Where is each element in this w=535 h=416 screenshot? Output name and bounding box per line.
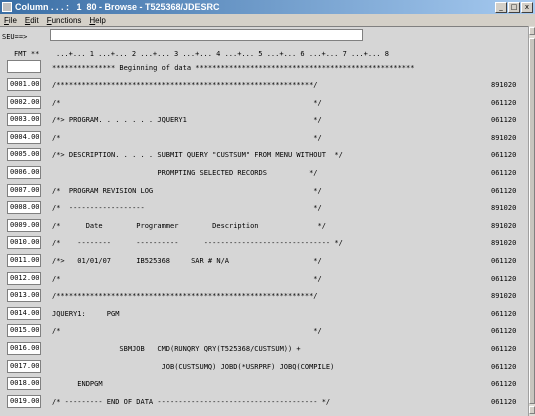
sequence-number-field[interactable]: 0012.00 xyxy=(7,271,41,285)
change-date: 061120 xyxy=(491,98,517,107)
scroll-up-button[interactable] xyxy=(529,27,535,35)
sequence-number-field[interactable]: 0010.00 xyxy=(7,236,41,250)
source-line: 0017.00 JOB(CUSTSUMQ) JOBD(*USRPRF) JOBQ… xyxy=(0,359,528,377)
source-text[interactable]: /* Date Programmer Description */ xyxy=(52,222,326,230)
source-line: 0012.00 /* */ 061120 xyxy=(0,271,528,289)
beginning-of-data: *************** Beginning of data ******… xyxy=(52,64,415,72)
source-text[interactable]: /***************************************… xyxy=(52,292,318,300)
seu-label: SEU==> xyxy=(2,33,28,41)
source-line: 0002.00 /* */ 061120 xyxy=(0,95,528,113)
change-date: 061120 xyxy=(491,397,517,406)
change-date: 891020 xyxy=(491,292,517,301)
source-line: 0015.00 /* */ 061120 xyxy=(0,324,528,341)
change-date: 891020 xyxy=(491,239,517,248)
source-line: 0006.00 PROMPTING SELECTED RECORDS */ 061… xyxy=(0,166,528,183)
source-text[interactable]: /* */ xyxy=(52,327,322,335)
change-date: 061120 xyxy=(491,274,517,283)
sequence-number-field[interactable]: 0007.00 xyxy=(7,183,41,197)
source-line: 0005.00 /*> DESCRIPTION. . . . . SUBMIT Q… xyxy=(0,148,528,165)
window-title: Column . . . : 1 80 - Browse - T525368/J… xyxy=(15,2,220,12)
source-text[interactable]: /*> 01/01/07 IB525368 SAR # N/A */ xyxy=(52,257,322,265)
change-date: 891020 xyxy=(491,81,517,89)
terminal-screen: SEU==> FMT ** ...+... 1 ...+... 2 ...+..… xyxy=(0,26,528,416)
change-date: 061120 xyxy=(491,362,517,371)
change-date: 061120 xyxy=(491,169,517,177)
menu-file[interactable]: File xyxy=(4,16,17,25)
source-line: 0018.00 ENDPGM 061120 xyxy=(0,377,528,394)
source-text[interactable]: /* */ xyxy=(52,275,322,283)
source-line: 0014.00 JQUERY1: PGM 061120 xyxy=(0,306,528,324)
source-line: 0013.00 /********************************… xyxy=(0,289,528,306)
sequence-number-field[interactable]: 0009.00 xyxy=(7,218,41,232)
source-line: 0016.00 SBMJOB CMD(RUNQRY QRY(T525368/CU… xyxy=(0,342,528,359)
change-date: 061120 xyxy=(491,345,517,353)
sequence-number-field[interactable]: 0006.00 xyxy=(7,166,41,179)
source-text[interactable]: /***************************************… xyxy=(52,81,318,89)
source-text[interactable]: /*> DESCRIPTION. . . . . SUBMIT QUERY "C… xyxy=(52,151,343,159)
source-line: 0004.00 /* */ 891020 xyxy=(0,130,528,148)
sequence-number-field[interactable]: 0013.00 xyxy=(7,289,41,303)
sequence-number-field[interactable]: 0014.00 xyxy=(7,306,41,320)
change-date: 891020 xyxy=(491,221,517,230)
source-text[interactable]: /* */ xyxy=(52,99,322,107)
scroll-thumb[interactable] xyxy=(529,38,535,404)
source-line: 0010.00 /* -------- ---------- ----------… xyxy=(0,236,528,253)
sequence-number-field[interactable]: 0001.00 xyxy=(7,78,41,91)
source-text[interactable]: /* -------- ---------- -----------------… xyxy=(52,239,343,247)
source-line: 0001.00 /********************************… xyxy=(0,78,528,95)
source-line: 0003.00 /*> PROGRAM. . . . . . . JQUERY1 … xyxy=(0,113,528,130)
source-text[interactable]: PROMPTING SELECTED RECORDS */ xyxy=(52,169,317,177)
sequence-number-field[interactable]: 0003.00 xyxy=(7,113,41,127)
source-text[interactable]: JOB(CUSTSUMQ) JOBD(*USRPRF) JOBQ(COMPILE… xyxy=(52,363,335,371)
source-line: 0011.00 /*> 01/01/07 IB525368 SAR # N/A *… xyxy=(0,254,528,271)
change-date: 891020 xyxy=(491,133,517,142)
source-text[interactable]: /* PROGRAM REVISION LOG */ xyxy=(52,187,322,195)
window-title-bar[interactable]: Column . . . : 1 80 - Browse - T525368/J… xyxy=(0,0,535,14)
source-text[interactable]: /* --------- END OF DATA ---------------… xyxy=(52,398,330,406)
change-date: 061120 xyxy=(491,327,517,336)
sequence-number-field[interactable]: 0018.00 xyxy=(7,377,41,391)
sequence-number-field[interactable]: 0016.00 xyxy=(7,342,41,355)
app-icon xyxy=(2,2,12,12)
change-date: 061120 xyxy=(491,186,517,195)
source-text[interactable]: JQUERY1: PGM xyxy=(52,310,119,318)
source-line: 0007.00 /* PROGRAM REVISION LOG */ 061120 xyxy=(0,183,528,201)
source-text[interactable]: ENDPGM xyxy=(52,380,102,388)
change-date: 891020 xyxy=(491,204,517,213)
sequence-number-field[interactable]: 0015.00 xyxy=(7,324,41,338)
sequence-number-field[interactable]: 0019.00 xyxy=(7,394,41,408)
change-date: 061120 xyxy=(491,151,517,160)
change-date: 061120 xyxy=(491,257,517,265)
format-label: FMT ** xyxy=(14,50,40,58)
sequence-number-field[interactable]: 0011.00 xyxy=(7,254,41,267)
menu-functions[interactable]: Functions xyxy=(47,16,82,25)
sequence-number-field[interactable]: 0008.00 xyxy=(7,201,41,215)
source-line: 0009.00 /* Date Programmer Description */… xyxy=(0,218,528,236)
minimize-button[interactable]: _ xyxy=(495,1,507,13)
source-line: 0008.00 /* ------------------ */ 891020 xyxy=(0,201,528,218)
menu-bar: File Edit Functions Help xyxy=(0,14,535,26)
sequence-number-field[interactable]: 0002.00 xyxy=(7,95,41,109)
column-ruler: ...+... 1 ...+... 2 ...+... 3 ...+... 4 … xyxy=(56,50,389,58)
source-text[interactable]: /* ------------------ */ xyxy=(52,204,322,212)
seu-command-input[interactable] xyxy=(50,29,363,41)
format-line-input[interactable] xyxy=(7,60,41,73)
source-line: 0019.00 /* --------- END OF DATA --------… xyxy=(0,394,528,412)
maximize-button[interactable]: □ xyxy=(508,1,520,13)
source-text[interactable]: /* */ xyxy=(52,134,322,142)
scroll-down-button[interactable] xyxy=(529,406,535,414)
sequence-number-field[interactable]: 0005.00 xyxy=(7,148,41,162)
change-date: 061120 xyxy=(491,380,517,389)
sequence-number-field[interactable]: 0004.00 xyxy=(7,130,41,144)
change-date: 061120 xyxy=(491,116,517,125)
sequence-number-field[interactable]: 0017.00 xyxy=(7,359,41,373)
close-button[interactable]: x xyxy=(521,1,533,13)
vertical-scrollbar[interactable] xyxy=(528,26,535,416)
change-date: 061120 xyxy=(491,309,517,318)
source-text[interactable]: SBMJOB CMD(RUNQRY QRY(T525368/CUSTSUM)) … xyxy=(52,345,300,353)
menu-edit[interactable]: Edit xyxy=(25,16,39,25)
menu-help[interactable]: Help xyxy=(89,16,105,25)
source-text[interactable]: /*> PROGRAM. . . . . . . JQUERY1 */ xyxy=(52,116,322,124)
